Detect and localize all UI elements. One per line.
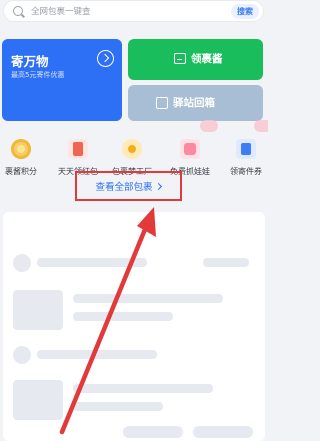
- quick-entry-label: 裹酱积分: [5, 167, 37, 176]
- ship-card-title: 寄万物: [11, 54, 49, 69]
- badge-blur: [200, 120, 218, 132]
- station-return-card[interactable]: 驿站回箱: [128, 85, 263, 121]
- ship-card-subtitle: 最高5元寄件优惠: [11, 71, 65, 79]
- chevron-right-icon: [154, 182, 162, 191]
- coin-icon: [11, 139, 31, 159]
- package-button-placeholder: [123, 426, 183, 438]
- quick-entry-points[interactable]: 裹酱积分: [0, 132, 51, 180]
- package-button-placeholder: [193, 426, 253, 438]
- search-icon: [13, 6, 23, 16]
- ship-anything-card[interactable]: 寄万物 最高5元寄件优惠: [2, 39, 122, 121]
- station-card-label: 驿站回箱: [173, 97, 215, 109]
- pickup-card-label: 领裹酱: [191, 53, 223, 65]
- inbox-icon: [174, 53, 186, 64]
- red-packet-icon: [68, 139, 88, 159]
- package-line-placeholder: [73, 384, 213, 393]
- package-line-placeholder: [37, 350, 157, 359]
- badge-blur: [254, 120, 268, 132]
- search-bar[interactable]: 全网包裹一键查 搜索: [3, 0, 264, 22]
- package-line-placeholder: [73, 294, 223, 303]
- package-thumb-placeholder: [13, 290, 63, 330]
- package-avatar-placeholder: [13, 254, 31, 272]
- package-list-panel: [3, 212, 265, 441]
- quick-entry-coupon[interactable]: 领寄件券: [216, 120, 268, 180]
- search-input[interactable]: 全网包裹一键查: [31, 5, 91, 17]
- search-button[interactable]: 搜索: [231, 4, 259, 19]
- box-icon: [156, 97, 168, 109]
- package-line-placeholder: [37, 258, 147, 267]
- package-line-placeholder: [73, 402, 163, 411]
- chevron-right-circle-icon[interactable]: [97, 50, 114, 67]
- package-avatar-placeholder: [13, 346, 31, 364]
- package-line-placeholder: [73, 312, 173, 321]
- package-thumb-placeholder: [13, 380, 63, 420]
- coupon-icon: [236, 139, 256, 159]
- dream-factory-icon: [122, 139, 142, 159]
- quick-entry-label: 领寄件券: [230, 167, 262, 176]
- package-line-placeholder: [203, 258, 249, 267]
- pickup-card[interactable]: 领裹酱: [128, 39, 263, 80]
- annotation-highlight-box: 查看全部包裹: [75, 171, 182, 201]
- view-all-label: 查看全部包裹: [95, 182, 153, 193]
- app-home-screen: 全网包裹一键查 搜索 寄万物 最高5元寄件优惠 领裹酱 驿站回箱 裹酱积分 天天…: [0, 0, 268, 441]
- claw-machine-icon: [180, 139, 200, 159]
- view-all-packages-link[interactable]: 查看全部包裹: [77, 179, 179, 193]
